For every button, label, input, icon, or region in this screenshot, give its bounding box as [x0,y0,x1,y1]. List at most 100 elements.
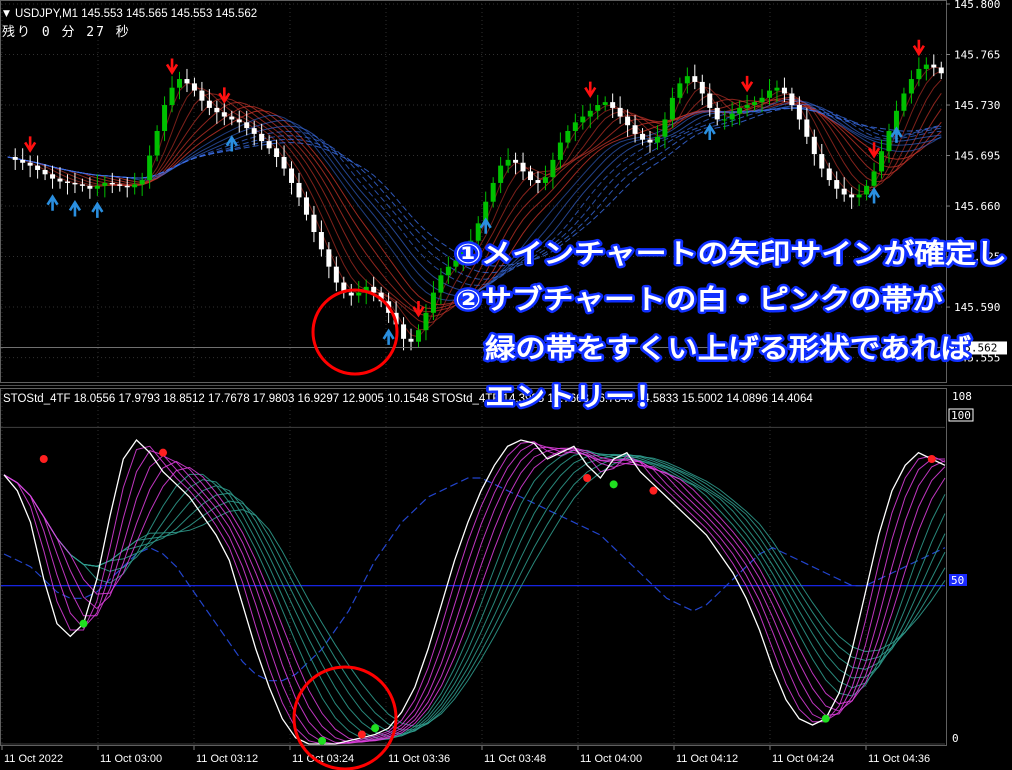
bear-candle [707,93,713,108]
red-signal-dot [583,474,592,482]
price-label: 145.590 [954,301,1000,314]
time-label: 11 Oct 03:00 [100,753,162,765]
bull-candle [908,79,914,94]
bear-candle [535,180,541,183]
bear-candle [214,107,220,113]
bull-candle [94,185,100,189]
green-signal-dot [821,714,830,723]
stoch-line [3,454,946,731]
bull-candle [662,119,668,137]
bull-candle [177,79,183,88]
bear-candle [326,249,332,267]
bull-candle [490,182,496,202]
bear-candle [834,180,840,189]
down-arrow-icon [412,300,425,318]
bear-candle [617,107,623,117]
bear-candle [714,107,720,120]
trading-chart[interactable]: 145.800145.765145.730145.695145.660145.6… [0,0,1012,770]
bull-candle [901,93,907,111]
indicator-values: STOStd_4TF 18.0556 17.9793 18.8512 17.76… [3,393,813,405]
red-signal-dot [39,455,48,463]
up-arrow-icon [382,328,395,345]
stoch-line [3,442,945,745]
bear-candle [42,169,48,175]
bear-candle [266,141,272,149]
bear-candle [371,286,377,293]
time-label: 11 Oct 03:48 [484,753,546,765]
bear-candle [520,162,526,172]
bull-candle [430,292,436,313]
bull-candle [916,68,922,80]
bull-candle [864,185,870,195]
time-label: 11 Oct 04:36 [868,753,930,765]
bear-candle [408,338,414,342]
bear-candle [87,185,93,189]
price-label: 145.730 [954,99,1000,112]
bull-candle [154,130,160,156]
price-label: 145.765 [954,49,1000,62]
stochastic-indicator [3,439,946,745]
bull-candle [752,102,758,106]
time-axis[interactable]: 11 Oct 2022 11 Oct 03:00 11 Oct 03:12 11 Oc… [1,746,930,765]
symbol-info: USDJPY,M1 145.553 145.565 145.553 145.56… [15,8,257,20]
bull-candle [654,136,660,143]
down-arrow-icon [165,58,179,75]
price-axis[interactable]: 145.800145.765145.730145.695145.660145.6… [946,0,1000,365]
bull-candle [766,90,772,98]
down-arrow-icon [24,136,37,153]
bear-candle [303,197,309,215]
bear-candle [632,125,638,134]
bear-candle [781,87,787,94]
bull-candle [722,119,728,121]
bull-candle [550,159,556,178]
bear-candle [610,102,616,108]
bull-candle [132,184,138,188]
bull-candle [737,107,743,114]
red-signal-dot [927,455,936,463]
bull-candle [871,171,877,186]
bull-candle [356,292,362,296]
bear-candle [72,182,78,185]
red-signal-dot [159,448,168,457]
dropdown-triangle-icon[interactable]: ▼ [3,9,10,19]
bull-candle [886,130,892,152]
sub-scale-axis[interactable]: 108 100 50 0 [948,390,974,745]
bull-candle [169,87,175,106]
bear-candle [274,148,280,157]
bull-candle [505,159,511,166]
bear-candle [50,174,56,179]
bear-candle [528,171,534,181]
bear-candle [938,67,944,74]
bear-candle [289,168,295,183]
bull-candle [587,110,593,117]
up-arrow-icon [46,194,59,211]
bear-candle [236,119,242,123]
down-arrow-icon [584,81,597,99]
level-50-label: 50 [951,574,964,587]
bear-candle [64,181,70,183]
stoch-line [3,446,946,744]
stoch-line [3,449,946,741]
price-label: 145.660 [954,200,1000,213]
bear-candle [841,188,847,195]
bear-candle [259,133,265,142]
bear-candle [57,178,63,182]
bear-candle [513,159,519,163]
bear-candle [281,156,287,169]
time-label: 11 Oct 03:36 [388,753,450,765]
level-0-label: 0 [952,732,959,745]
stoch-line [3,447,946,742]
bull-candle [498,165,504,183]
down-arrow-icon [740,75,754,93]
bull-candle [774,87,780,91]
ma-line [7,93,942,317]
bear-candle [109,182,115,185]
bear-candle [826,168,832,181]
bull-candle [856,194,862,198]
time-label: 11 Oct 03:12 [196,753,258,765]
bear-candle [244,122,250,129]
bear-candle [27,162,33,166]
bear-candle [191,83,197,91]
bear-candle [699,81,705,94]
entry-circle-main [311,288,399,376]
